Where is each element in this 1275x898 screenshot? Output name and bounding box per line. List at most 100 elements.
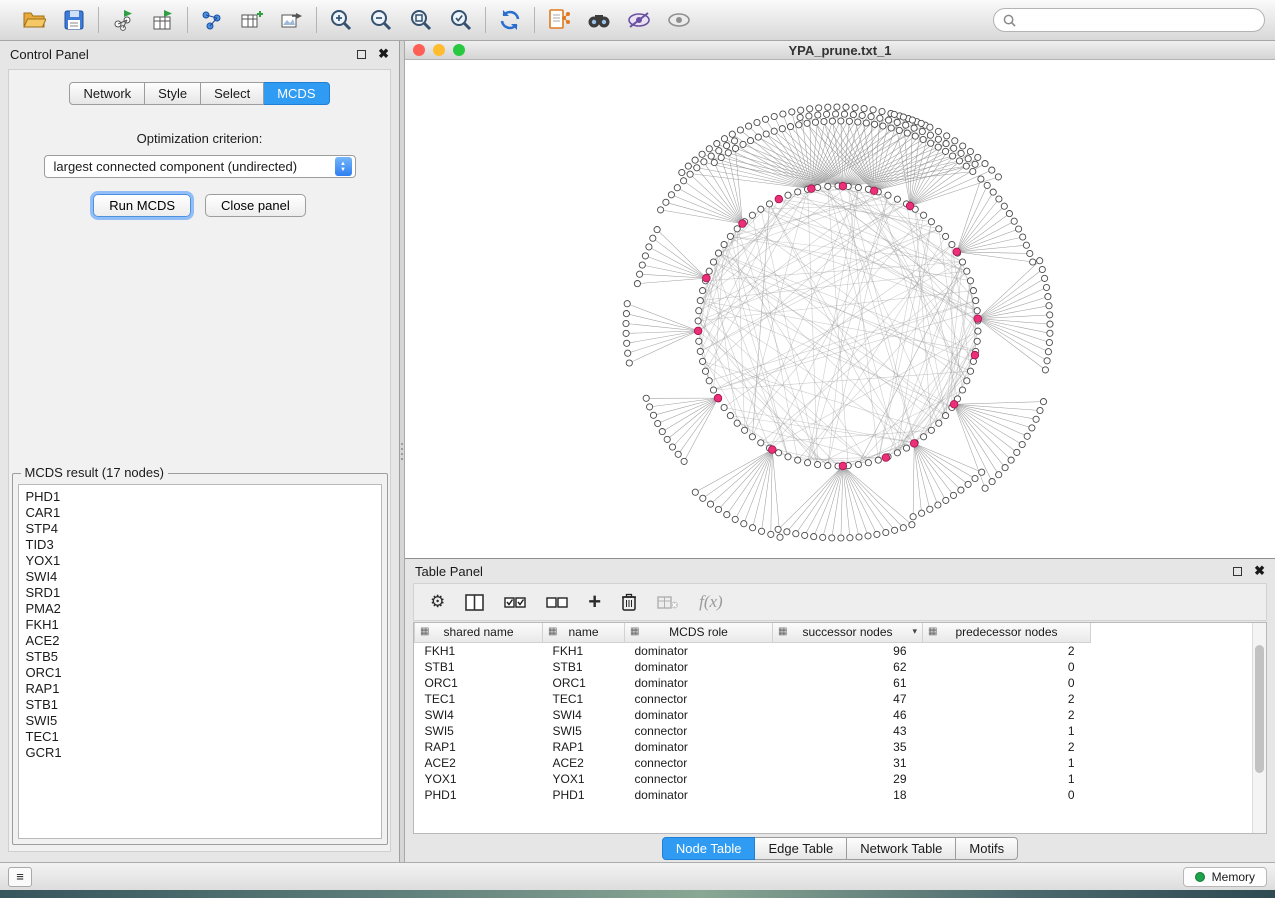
table-cell-name[interactable]: RAP1 xyxy=(543,739,625,755)
table-cell-name[interactable]: SWI5 xyxy=(543,723,625,739)
table-row[interactable]: SWI4SWI4dominator462 xyxy=(415,707,1091,723)
table-cell-name[interactable]: PHD1 xyxy=(543,787,625,803)
table-cell-predecessor_nodes[interactable]: 0 xyxy=(923,659,1091,675)
table-cell-name[interactable]: ACE2 xyxy=(543,755,625,771)
mcds-result-item[interactable]: STB1 xyxy=(26,697,374,713)
tab-motifs[interactable]: Motifs xyxy=(956,837,1018,860)
task-history-icon[interactable]: ≡ xyxy=(8,867,32,887)
table-row[interactable]: SWI5SWI5connector431 xyxy=(415,723,1091,739)
table-row[interactable]: FKH1FKH1dominator962 xyxy=(415,642,1091,659)
table-cell-successor_nodes[interactable]: 47 xyxy=(773,691,923,707)
tab-mcds[interactable]: MCDS xyxy=(264,82,329,105)
table-cell-mcds_role[interactable]: dominator xyxy=(625,642,773,659)
search-network-icon[interactable] xyxy=(585,6,613,34)
import-table-icon[interactable] xyxy=(149,6,177,34)
table-cell-mcds_role[interactable]: dominator xyxy=(625,707,773,723)
table-row[interactable]: ACE2ACE2connector311 xyxy=(415,755,1091,771)
hide-graphics-details-icon[interactable] xyxy=(625,6,653,34)
table-cell-predecessor_nodes[interactable]: 2 xyxy=(923,707,1091,723)
column-header[interactable]: ▦predecessor nodes xyxy=(923,623,1091,642)
table-cell-successor_nodes[interactable]: 31 xyxy=(773,755,923,771)
column-header[interactable]: ▦shared name xyxy=(415,623,543,642)
table-cell-predecessor_nodes[interactable]: 2 xyxy=(923,691,1091,707)
zoom-in-icon[interactable] xyxy=(327,6,355,34)
zoom-fit-icon[interactable] xyxy=(407,6,435,34)
table-cell-predecessor_nodes[interactable]: 0 xyxy=(923,787,1091,803)
table-cell-name[interactable]: TEC1 xyxy=(543,691,625,707)
new-network-icon[interactable] xyxy=(198,6,226,34)
table-cell-predecessor_nodes[interactable]: 0 xyxy=(923,675,1091,691)
mcds-result-item[interactable]: ACE2 xyxy=(26,633,374,649)
table-cell-successor_nodes[interactable]: 46 xyxy=(773,707,923,723)
mcds-result-item[interactable]: STB5 xyxy=(26,649,374,665)
table-cell-successor_nodes[interactable]: 62 xyxy=(773,659,923,675)
table-cell-shared_name[interactable]: TEC1 xyxy=(415,691,543,707)
table-cell-shared_name[interactable]: YOX1 xyxy=(415,771,543,787)
table-cell-successor_nodes[interactable]: 43 xyxy=(773,723,923,739)
table-cell-name[interactable]: ORC1 xyxy=(543,675,625,691)
table-cell-mcds_role[interactable]: dominator xyxy=(625,675,773,691)
table-cell-mcds_role[interactable]: dominator xyxy=(625,787,773,803)
float-panel-icon[interactable] xyxy=(357,50,366,59)
mcds-result-item[interactable]: GCR1 xyxy=(26,745,374,761)
optimization-criterion-select[interactable]: largest connected component (undirected)… xyxy=(44,155,356,178)
table-cell-shared_name[interactable]: ACE2 xyxy=(415,755,543,771)
table-cell-successor_nodes[interactable]: 18 xyxy=(773,787,923,803)
table-cell-shared_name[interactable]: RAP1 xyxy=(415,739,543,755)
search-input[interactable] xyxy=(1022,13,1255,27)
node-table-header[interactable]: ▦shared name▦name▦MCDS role▦successor no… xyxy=(415,623,1091,642)
table-cell-successor_nodes[interactable]: 96 xyxy=(773,642,923,659)
memory-button[interactable]: Memory xyxy=(1183,867,1267,887)
table-row[interactable]: PHD1PHD1dominator180 xyxy=(415,787,1091,803)
column-header[interactable]: ▦successor nodes▾ xyxy=(773,623,923,642)
open-folder-icon[interactable] xyxy=(20,6,48,34)
table-cell-predecessor_nodes[interactable]: 1 xyxy=(923,755,1091,771)
mcds-result-item[interactable]: TID3 xyxy=(26,537,374,553)
table-cell-mcds_role[interactable]: dominator xyxy=(625,659,773,675)
add-column-icon[interactable]: + xyxy=(588,589,601,615)
window-minimize-button[interactable] xyxy=(433,44,445,56)
table-cell-predecessor_nodes[interactable]: 2 xyxy=(923,642,1091,659)
table-cell-successor_nodes[interactable]: 61 xyxy=(773,675,923,691)
node-table[interactable]: ▦shared name▦name▦MCDS role▦successor no… xyxy=(414,623,1091,803)
close-panel-icon[interactable]: ✖ xyxy=(378,49,389,59)
table-cell-mcds_role[interactable]: dominator xyxy=(625,739,773,755)
refresh-view-icon[interactable] xyxy=(496,6,524,34)
mcds-result-item[interactable]: SWI5 xyxy=(26,713,374,729)
table-cell-name[interactable]: SWI4 xyxy=(543,707,625,723)
mcds-result-item[interactable]: RAP1 xyxy=(26,681,374,697)
window-close-button[interactable] xyxy=(413,44,425,56)
table-cell-mcds_role[interactable]: connector xyxy=(625,691,773,707)
import-network-icon[interactable] xyxy=(109,6,137,34)
table-cell-successor_nodes[interactable]: 35 xyxy=(773,739,923,755)
table-cell-name[interactable]: STB1 xyxy=(543,659,625,675)
search-box[interactable] xyxy=(993,8,1265,32)
tab-network-table[interactable]: Network Table xyxy=(847,837,956,860)
new-table-icon[interactable] xyxy=(238,6,266,34)
mcds-result-item[interactable]: YOX1 xyxy=(26,553,374,569)
table-cell-shared_name[interactable]: STB1 xyxy=(415,659,543,675)
mcds-result-item[interactable]: SRD1 xyxy=(26,585,374,601)
mcds-result-item[interactable]: TEC1 xyxy=(26,729,374,745)
table-row[interactable]: RAP1RAP1dominator352 xyxy=(415,739,1091,755)
scrollbar-thumb[interactable] xyxy=(1255,645,1264,773)
tab-edge-table[interactable]: Edge Table xyxy=(755,837,847,860)
show-columns-icon[interactable] xyxy=(465,594,484,611)
table-row[interactable]: STB1STB1dominator620 xyxy=(415,659,1091,675)
save-icon[interactable] xyxy=(60,6,88,34)
mcds-result-item[interactable]: ORC1 xyxy=(26,665,374,681)
table-row[interactable]: YOX1YOX1connector291 xyxy=(415,771,1091,787)
mcds-result-item[interactable]: STP4 xyxy=(26,521,374,537)
table-cell-predecessor_nodes[interactable]: 1 xyxy=(923,771,1091,787)
delete-column-icon[interactable] xyxy=(621,593,637,611)
column-header[interactable]: ▦name xyxy=(543,623,625,642)
run-mcds-button[interactable]: Run MCDS xyxy=(93,194,191,217)
table-cell-predecessor_nodes[interactable]: 1 xyxy=(923,723,1091,739)
table-cell-shared_name[interactable]: PHD1 xyxy=(415,787,543,803)
close-panel-button[interactable]: Close panel xyxy=(205,194,306,217)
table-cell-predecessor_nodes[interactable]: 2 xyxy=(923,739,1091,755)
float-table-panel-icon[interactable] xyxy=(1233,567,1242,576)
close-table-panel-icon[interactable]: ✖ xyxy=(1254,566,1265,576)
mcds-result-item[interactable]: CAR1 xyxy=(26,505,374,521)
export-image-icon[interactable] xyxy=(278,6,306,34)
